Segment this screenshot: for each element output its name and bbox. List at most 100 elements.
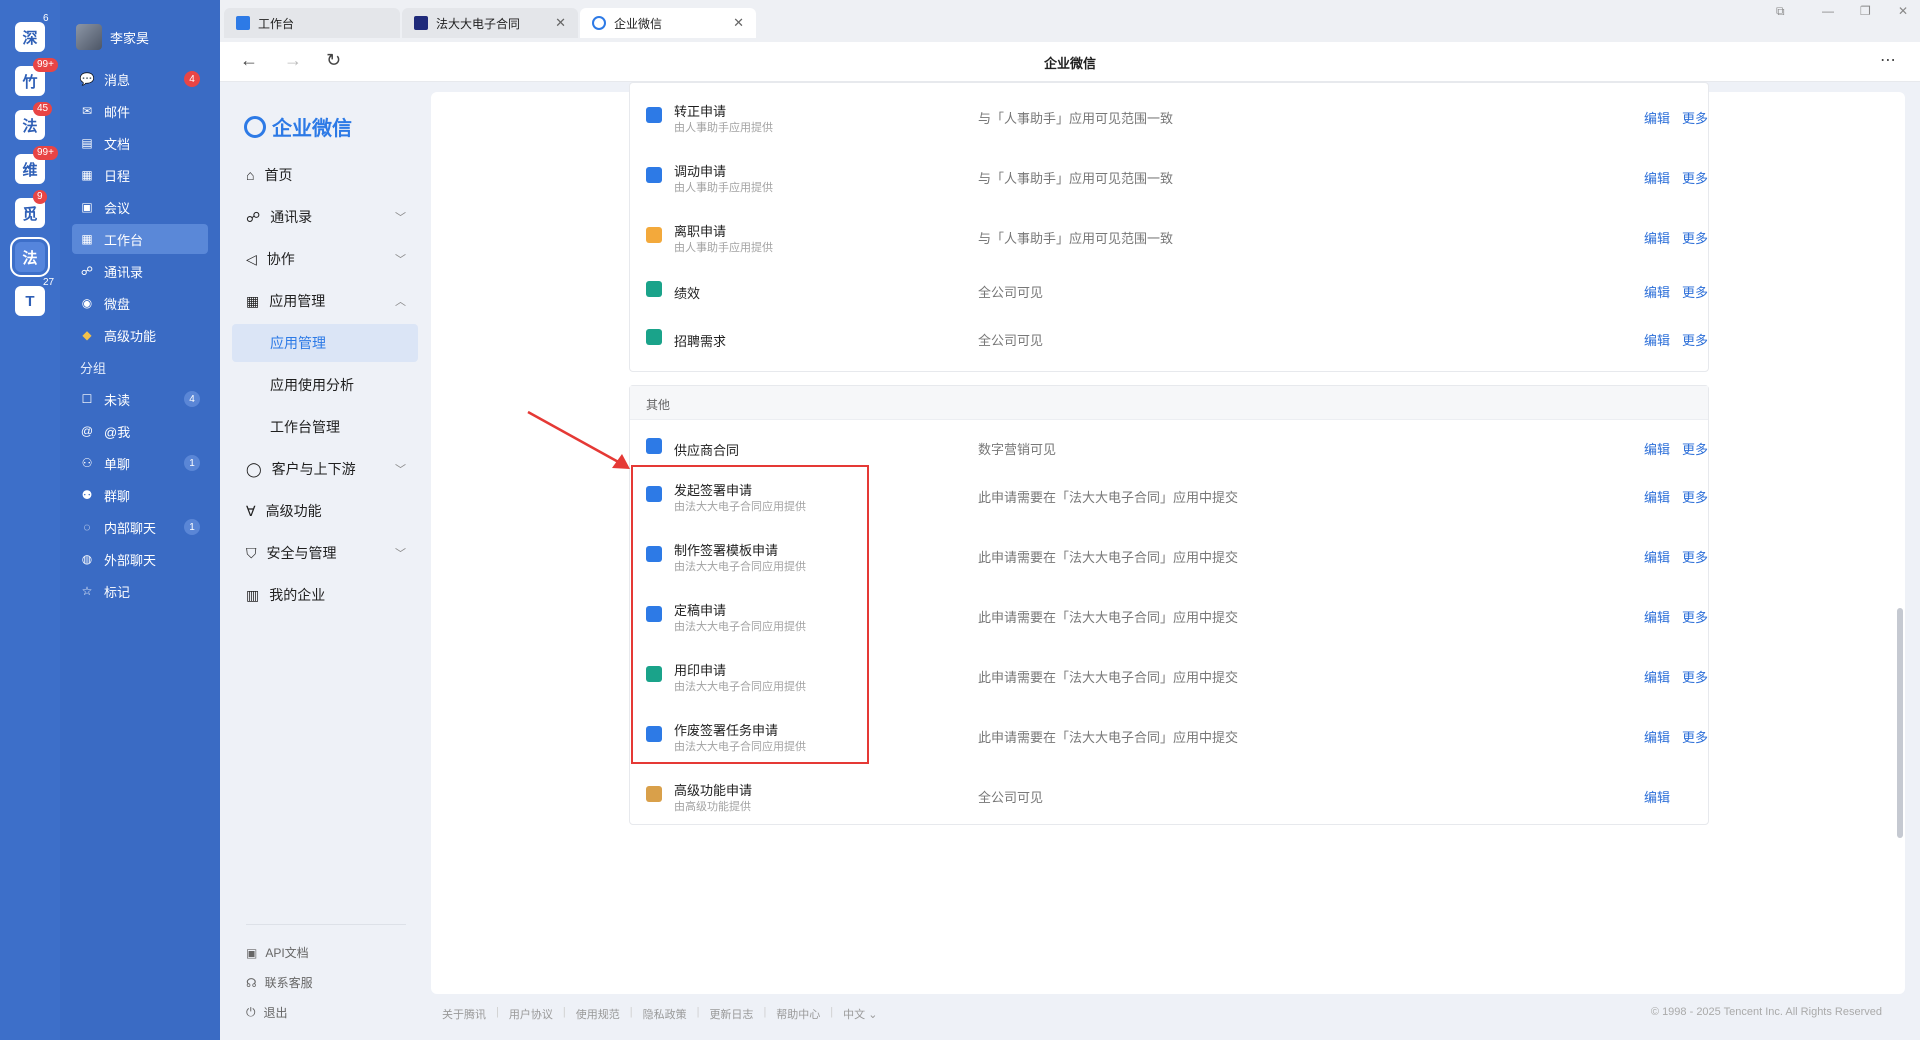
sidebar-item-advanced[interactable]: ∀ 高级功能 — [232, 492, 418, 530]
nav-item-advanced[interactable]: ◆ 高级功能 — [72, 320, 208, 350]
sidebar-item-security[interactable]: ⛉ 安全与管理 ﹀ — [232, 534, 418, 572]
admin-sidebar: 企业微信 ⌂ 首页 ☍ 通讯录 ﹀ ◁ 协作 ﹀ ▦ 应用管理 ︿ 应用管理 应用使用分析 工… — [220, 82, 431, 1040]
popout-icon[interactable]: ⧉ — [1776, 4, 1785, 19]
sidebar-item-collab[interactable]: ◁ 协作 ﹀ — [232, 240, 418, 278]
tab-workbench[interactable]: 工作台 — [224, 8, 400, 38]
sidebar-item-contacts[interactable]: ☍ 通讯录 ﹀ — [232, 198, 418, 236]
more-button[interactable]: 更多 — [1682, 282, 1708, 301]
edit-button[interactable]: 编辑 — [1644, 547, 1670, 566]
tab-wecom[interactable]: 企业微信 ✕ — [580, 8, 756, 38]
nav-item-group-chat[interactable]: ⚉ 群聊 — [72, 480, 208, 510]
close-icon[interactable]: ✕ — [733, 15, 744, 31]
sidebar-subitem-usage-analysis[interactable]: 应用使用分析 — [232, 366, 418, 404]
edit-button[interactable]: 编辑 — [1644, 787, 1670, 806]
nav-item-contacts[interactable]: ☍ 通讯录 — [72, 256, 208, 286]
more-button[interactable]: 更多 — [1682, 168, 1708, 187]
page-title: 企业微信 — [1043, 56, 1096, 71]
sidebar-subitem-workbench[interactable]: 工作台管理 — [232, 408, 418, 446]
rail-account-6[interactable]: T 27 — [15, 277, 54, 316]
rail-account-2[interactable]: 法 45 — [15, 102, 53, 140]
more-button[interactable]: 更多 — [1682, 330, 1708, 349]
close-window-icon[interactable]: ✕ — [1898, 4, 1908, 18]
nav-item-direct[interactable]: ⚇ 单聊 1 — [72, 448, 208, 478]
more-button[interactable]: 更多 — [1682, 667, 1708, 686]
nav-item-messages[interactable]: 💬 消息 4 — [72, 64, 208, 94]
api-docs-link[interactable]: ▣ API文档 — [246, 944, 309, 961]
nav-item-unread[interactable]: ☐ 未读 4 — [72, 384, 208, 414]
app-area: 企业微信 ⌂ 首页 ☍ 通讯录 ﹀ ◁ 协作 ﹀ ▦ 应用管理 ︿ 应用管理 应用使用分析 工… — [220, 82, 1920, 1040]
footer-link-changelog[interactable]: 更新日志 — [709, 1006, 753, 1022]
brand-logo[interactable]: 企业微信 — [244, 112, 352, 141]
nav-badge: 1 — [184, 455, 200, 471]
more-menu-icon[interactable]: ⋯ — [1880, 50, 1896, 70]
footer-link-agreement[interactable]: 用户协议 — [509, 1006, 553, 1022]
nav-item-label: 邮件 — [104, 104, 131, 120]
more-button[interactable]: 更多 — [1682, 439, 1708, 458]
more-button[interactable]: 更多 — [1682, 547, 1708, 566]
rail-account-3[interactable]: 维 99+ — [15, 146, 58, 184]
item-name: 招聘需求 — [674, 334, 727, 349]
user-name: 李家昊 — [110, 30, 150, 46]
tab-fadada[interactable]: 法大大电子合同 ✕ — [402, 8, 578, 38]
edit-button[interactable]: 编辑 — [1644, 439, 1670, 458]
edit-button[interactable]: 编辑 — [1644, 487, 1670, 506]
more-button[interactable]: 更多 — [1682, 487, 1708, 506]
rail-account-1[interactable]: 竹 99+ — [15, 58, 58, 96]
nav-item-mail[interactable]: ✉ 邮件 — [72, 96, 208, 126]
footer-link-help[interactable]: 帮助中心 — [776, 1006, 820, 1022]
rail-badge: 99+ — [33, 146, 58, 160]
sidebar-item-my-company[interactable]: ▥ 我的企业 — [232, 576, 418, 614]
nav-item-internal[interactable]: ◌ 内部聊天 1 — [72, 512, 208, 542]
nav-item-workbench[interactable]: ▦ 工作台 — [72, 224, 208, 254]
sidebar-item-app-management[interactable]: ▦ 应用管理 ︿ — [232, 282, 418, 320]
nav-item-starred[interactable]: ☆ 标记 — [72, 576, 208, 606]
footer-link-rules[interactable]: 使用规范 — [576, 1006, 620, 1022]
edit-button[interactable]: 编辑 — [1644, 607, 1670, 626]
footer-link-about[interactable]: 关于腾讯 — [442, 1006, 486, 1022]
chat-bubble-icon: ◯ — [246, 460, 262, 477]
language-select[interactable]: 中文 ⌄ — [843, 1006, 877, 1022]
rail-account-4[interactable]: 觅9 — [15, 190, 47, 228]
scrollbar[interactable] — [1897, 608, 1903, 838]
more-button[interactable]: 更多 — [1682, 108, 1708, 127]
item-visibility: 全公司可见 — [978, 790, 1044, 805]
nav-item-drive[interactable]: ◉ 微盘 — [72, 288, 208, 318]
rail-account-0[interactable]: 深6 — [15, 13, 49, 52]
nav-item-label: 微盘 — [104, 296, 131, 312]
more-button[interactable]: 更多 — [1682, 228, 1708, 247]
nav-item-meeting[interactable]: ▣ 会议 — [72, 192, 208, 222]
more-button[interactable]: 更多 — [1682, 727, 1708, 746]
nav-item-docs[interactable]: ▤ 文档 — [72, 128, 208, 158]
footer-separator: | — [763, 1006, 767, 1018]
close-icon[interactable]: ✕ — [555, 15, 566, 31]
item-source: 由人事助手应用提供 — [674, 122, 773, 134]
star-icon: ☆ — [81, 584, 93, 598]
edit-button[interactable]: 编辑 — [1644, 282, 1670, 301]
sidebar-item-home[interactable]: ⌂ 首页 — [232, 156, 418, 194]
nav-item-label: 通讯录 — [104, 264, 144, 280]
sidebar-subitem-app-management[interactable]: 应用管理 — [232, 324, 418, 362]
nav-item-external[interactable]: ◍ 外部聊天 — [72, 544, 208, 574]
minimize-icon[interactable]: — — [1822, 4, 1834, 18]
nav-item-mentions[interactable]: @ @我 — [72, 416, 208, 446]
rail-account-5[interactable]: 法 — [10, 237, 50, 277]
logout-link[interactable]: ⏻ 退出 — [246, 1004, 288, 1021]
contact-support-link[interactable]: ☊ 联系客服 — [246, 974, 313, 991]
maximize-icon[interactable]: ❐ — [1860, 4, 1871, 18]
sidebar-item-label: 通讯录 — [270, 209, 313, 225]
edit-button[interactable]: 编辑 — [1644, 727, 1670, 746]
footer-link-privacy[interactable]: 隐私政策 — [643, 1006, 687, 1022]
edit-button[interactable]: 编辑 — [1644, 667, 1670, 686]
edit-button[interactable]: 编辑 — [1644, 168, 1670, 187]
edit-button[interactable]: 编辑 — [1644, 330, 1670, 349]
nav-item-label: 工作台 — [104, 232, 144, 248]
edit-button[interactable]: 编辑 — [1644, 228, 1670, 247]
user-profile[interactable]: 李家昊 — [76, 24, 149, 50]
sidebar-item-label: 高级功能 — [265, 503, 322, 519]
sidebar-item-customers[interactable]: ◯ 客户与上下游 ﹀ — [232, 450, 418, 488]
more-button[interactable]: 更多 — [1682, 607, 1708, 626]
nav-item-calendar[interactable]: ▦ 日程 — [72, 160, 208, 190]
edit-button[interactable]: 编辑 — [1644, 108, 1670, 127]
item-name: 高级功能申请 — [674, 783, 753, 798]
chevron-down-icon: ﹀ — [395, 212, 406, 224]
